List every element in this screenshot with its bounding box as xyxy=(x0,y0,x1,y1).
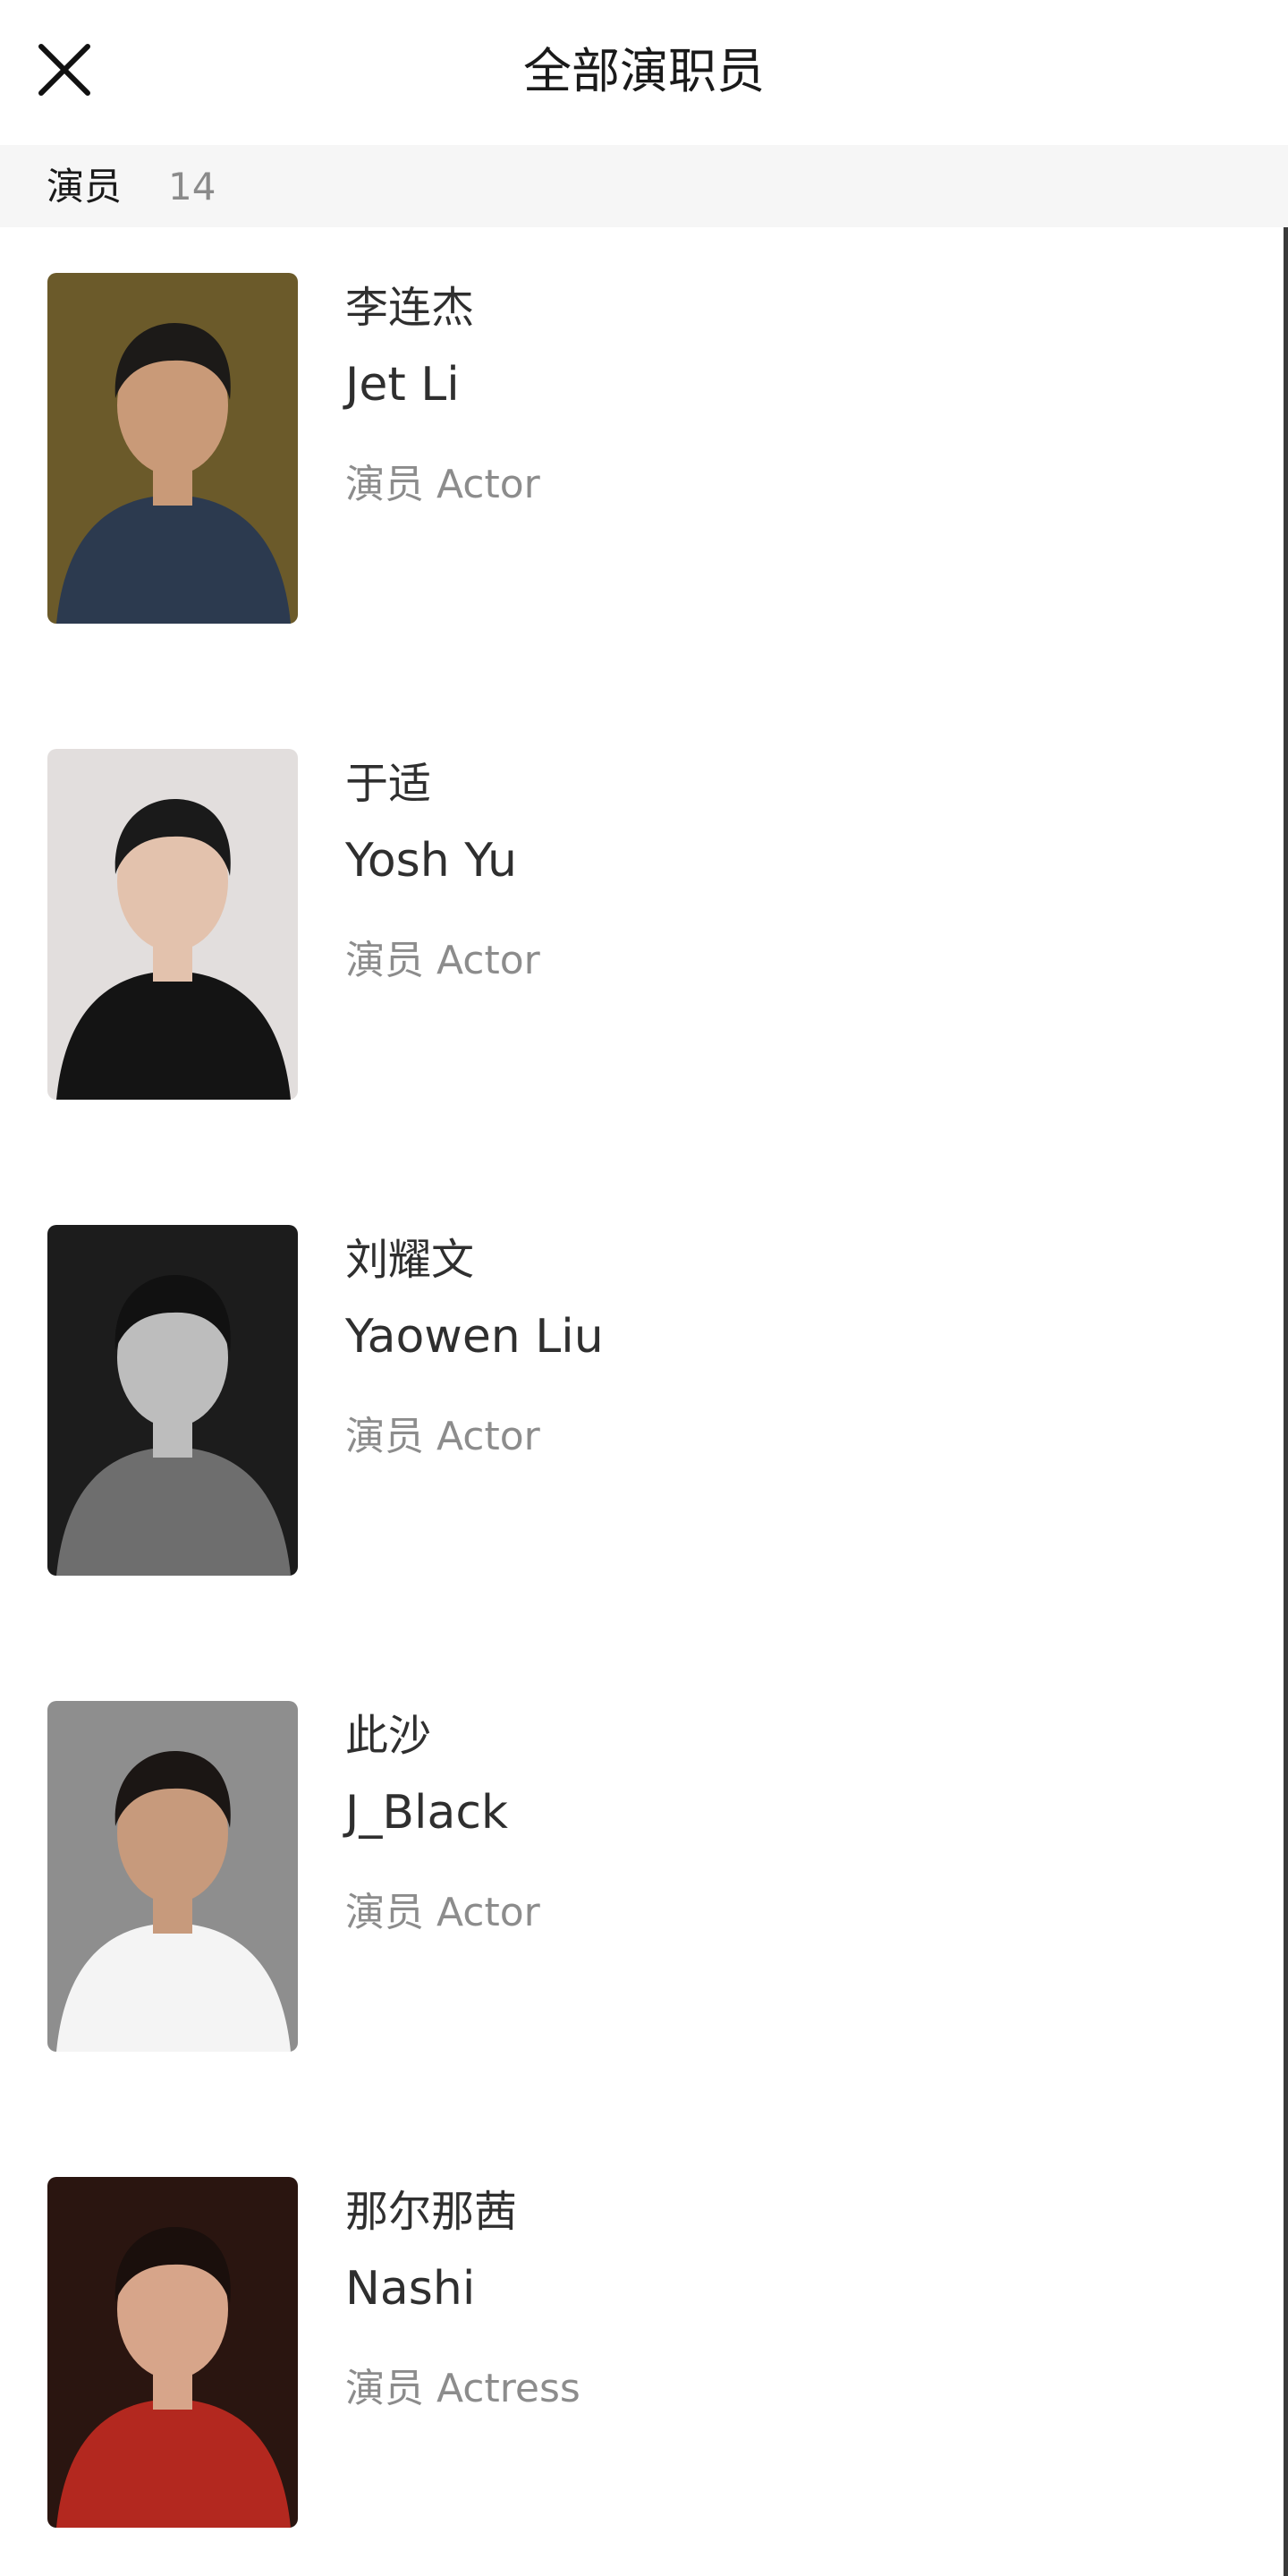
cast-name-cn: 那尔那茜 xyxy=(345,2187,518,2237)
cast-item[interactable]: 此沙 J_Black 演员 Actor xyxy=(0,1655,1279,2076)
cast-role: 演员 Actor xyxy=(345,938,540,983)
cast-item[interactable]: 于适 Yosh Yu 演员 Actor xyxy=(0,703,1279,1124)
cast-name-en: Yaowen Liu xyxy=(345,1310,604,1364)
cast-name-en: Jet Li xyxy=(345,358,460,412)
section-header: 演员 14 xyxy=(0,145,1288,227)
cast-name-en: Yosh Yu xyxy=(345,834,518,888)
cast-name-cn: 刘耀文 xyxy=(345,1235,475,1285)
cast-name-en: J_Black xyxy=(345,1786,509,1840)
cast-photo xyxy=(47,1225,298,1576)
header: 全部演职员 xyxy=(0,0,1288,145)
cast-item[interactable]: 那尔那茜 Nashi 演员 Actress xyxy=(0,2131,1279,2552)
portrait-image xyxy=(47,1225,298,1576)
cast-name-en: Nashi xyxy=(345,2262,476,2316)
cast-photo xyxy=(47,273,298,624)
cast-name-cn: 于适 xyxy=(345,759,432,809)
section-count: 14 xyxy=(168,165,216,208)
portrait-image xyxy=(47,273,298,624)
cast-role: 演员 Actor xyxy=(345,462,540,507)
portrait-image xyxy=(47,2177,298,2528)
scrollbar[interactable] xyxy=(1284,227,1288,2576)
cast-photo xyxy=(47,2177,298,2528)
portrait-image xyxy=(47,749,298,1100)
cast-role: 演员 Actress xyxy=(345,2366,580,2411)
cast-photo xyxy=(47,749,298,1100)
cast-item[interactable]: 刘耀文 Yaowen Liu 演员 Actor xyxy=(0,1179,1279,1600)
cast-photo xyxy=(47,1701,298,2052)
page-title: 全部演职员 xyxy=(523,43,765,99)
cast-role: 演员 Actor xyxy=(345,1414,540,1459)
portrait-image xyxy=(47,1701,298,2052)
cast-role: 演员 Actor xyxy=(345,1890,540,1935)
section-label: 演员 xyxy=(47,165,123,208)
cast-name-cn: 李连杰 xyxy=(345,283,475,333)
cast-name-cn: 此沙 xyxy=(345,1711,432,1761)
cast-item[interactable]: 李连杰 Jet Li 演员 Actor xyxy=(0,227,1279,648)
